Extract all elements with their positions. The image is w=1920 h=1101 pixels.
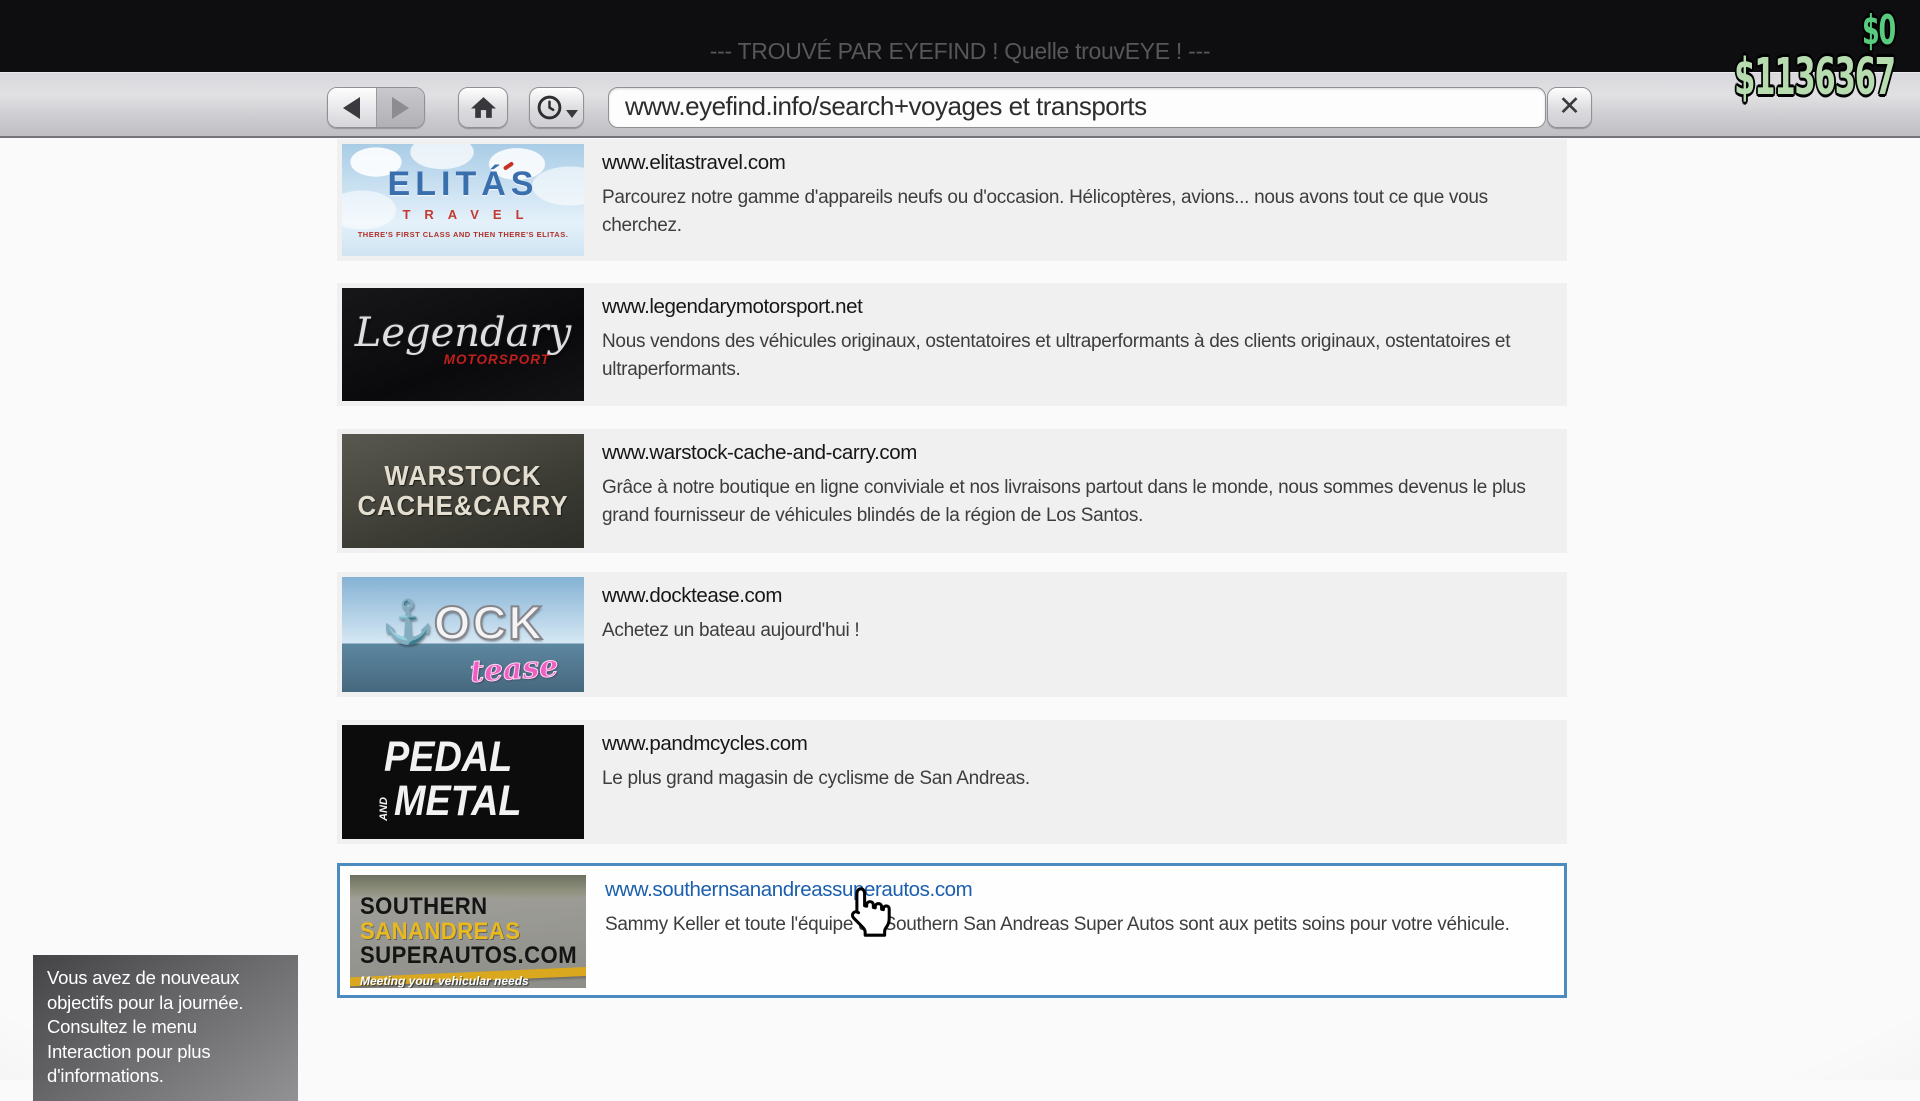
- southern-logo-tagline: Meeting your vehicular needs: [360, 974, 586, 988]
- legendary-logo-name: Legendary: [342, 310, 584, 356]
- home-icon: [470, 95, 497, 120]
- pedal-metal-logo[interactable]: PEDAL METAL AND: [342, 725, 584, 839]
- result-site-link-hovered[interactable]: www.southernsanandreassuperautos.com: [605, 878, 972, 902]
- result-description: Grâce à notre boutique en ligne convivia…: [602, 474, 1547, 529]
- close-button[interactable]: ✕: [1547, 87, 1592, 128]
- southern-logo-line3: SUPERAUTOS.COM: [360, 944, 577, 969]
- southern-superautos-logo[interactable]: SOUTHERN SANANDREAS SUPERAUTOS.COM Meeti…: [350, 875, 586, 988]
- elitas-logo-tagline: THERE'S FIRST CLASS AND THEN THERE'S ELI…: [342, 230, 584, 239]
- southern-logo-line2: SANANDREAS: [360, 920, 577, 945]
- search-result-row[interactable]: ⚓OCK tease www.docktease.com Achetez un …: [337, 572, 1567, 697]
- money-hud: $0 $1136367: [1627, 10, 1895, 103]
- result-description: Achetez un bateau aujourd'hui !: [602, 617, 1547, 645]
- result-site-link[interactable]: www.warstock-cache-and-carry.com: [602, 441, 917, 465]
- anchor-icon: ⚓: [382, 598, 434, 647]
- nav-pill: [327, 87, 425, 128]
- result-site-link[interactable]: www.elitastravel.com: [602, 151, 785, 175]
- elitas-logo-sub: TRAVEL: [342, 207, 584, 222]
- search-result-row[interactable]: ELITÁS TRAVEL THERE'S FIRST CLASS AND TH…: [337, 139, 1567, 261]
- docktease-logo-name: OCK: [434, 595, 544, 650]
- search-result-row[interactable]: Legendary MOTORSPORT www.legendarymotors…: [337, 283, 1567, 406]
- result-site-link[interactable]: www.legendarymotorsport.net: [602, 295, 862, 319]
- close-icon: ✕: [1558, 91, 1581, 122]
- pedal-logo-line1: PEDAL: [384, 735, 560, 779]
- search-result-row[interactable]: PEDAL METAL AND www.pandmcycles.com Le p…: [337, 720, 1567, 844]
- clock-icon: [536, 94, 563, 121]
- url-input[interactable]: [608, 87, 1546, 128]
- search-result-row[interactable]: WARSTOCK CACHE&CARRY www.warstock-cache-…: [337, 429, 1567, 553]
- result-site-link[interactable]: www.pandmcycles.com: [602, 732, 807, 756]
- elitas-logo-name: ELITÁS: [342, 165, 584, 204]
- southern-logo-line1: SOUTHERN: [360, 895, 577, 920]
- money-bank-balance: $1136367: [1734, 52, 1895, 103]
- back-button[interactable]: [328, 88, 376, 127]
- elitas-travel-logo[interactable]: ELITÁS TRAVEL THERE'S FIRST CLASS AND TH…: [342, 144, 584, 256]
- result-description: Nous vendons des véhicules originaux, os…: [602, 328, 1547, 383]
- docktease-logo-script: tease: [469, 649, 560, 690]
- warstock-logo[interactable]: WARSTOCK CACHE&CARRY: [342, 434, 584, 548]
- back-icon: [343, 97, 360, 119]
- result-description: Le plus grand magasin de cyclisme de San…: [602, 765, 1547, 793]
- history-button[interactable]: [529, 87, 584, 128]
- search-results-page: ELITÁS TRAVEL THERE'S FIRST CLASS AND TH…: [0, 138, 1920, 1080]
- warstock-logo-line2: CACHE&CARRY: [352, 491, 575, 521]
- money-pending: $0: [1729, 10, 1895, 51]
- forward-button[interactable]: [376, 88, 425, 127]
- search-result-row-selected[interactable]: SOUTHERN SANANDREAS SUPERAUTOS.COM Meeti…: [337, 863, 1567, 998]
- docktease-logo[interactable]: ⚓OCK tease: [342, 577, 584, 692]
- history-dropdown-caret-icon: [566, 110, 578, 118]
- forward-icon: [392, 97, 409, 119]
- pedal-logo-line2: METAL: [394, 779, 561, 823]
- home-button[interactable]: [458, 87, 508, 128]
- legendary-motorsport-logo[interactable]: Legendary MOTORSPORT: [342, 288, 584, 401]
- hand-cursor-icon: [841, 884, 899, 945]
- result-description: Sammy Keller et toute l'équipe de Southe…: [605, 911, 1550, 939]
- warstock-logo-line1: WARSTOCK: [352, 461, 575, 491]
- pedal-logo-and: AND: [378, 797, 390, 821]
- result-description: Parcourez notre gamme d'appareils neufs …: [602, 184, 1547, 239]
- objectives-notification: Vous avez de nouveaux objectifs pour la …: [33, 955, 298, 1101]
- result-site-link[interactable]: www.docktease.com: [602, 584, 782, 608]
- notification-text: Vous avez de nouveaux objectifs pour la …: [47, 967, 243, 1086]
- eyefind-tagline: --- TROUVÉ PAR EYEFIND ! Quelle trouvEYE…: [710, 38, 1210, 72]
